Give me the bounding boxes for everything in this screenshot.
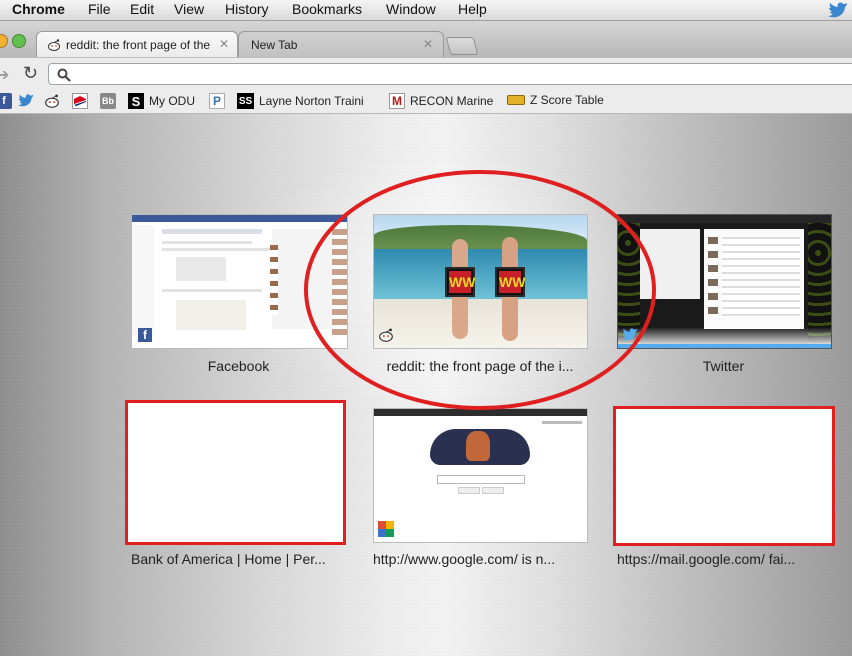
- tab-label: New Tab: [251, 37, 298, 52]
- ss-icon: SS: [237, 93, 254, 109]
- search-icon: [57, 68, 71, 82]
- tab-new-tab[interactable]: New Tab ✕: [238, 31, 444, 57]
- bookmark-layne-norton[interactable]: SS Layne Norton Traini: [237, 93, 364, 109]
- m-icon: M: [389, 93, 405, 109]
- reddit-alien-icon: [48, 38, 60, 51]
- zoom-button[interactable]: [12, 34, 26, 48]
- menu-history[interactable]: History: [225, 1, 269, 17]
- bank-of-america-thumbnail[interactable]: [125, 400, 346, 545]
- menu-window[interactable]: Window: [386, 1, 436, 17]
- twitter-bird-icon: [18, 94, 34, 107]
- tile-title: http://www.google.com/ is n...: [373, 551, 556, 567]
- p-icon: P: [209, 93, 225, 109]
- forward-arrow-icon[interactable]: ➔: [0, 65, 9, 85]
- bookmark-twitter[interactable]: [18, 93, 34, 107]
- menu-file[interactable]: File: [88, 1, 111, 17]
- facebook-icon: f: [0, 93, 12, 109]
- menu-view[interactable]: View: [174, 1, 204, 17]
- tab-close-icon[interactable]: ✕: [423, 37, 433, 51]
- bookmark-bb[interactable]: Bb: [100, 93, 116, 109]
- tab-strip: reddit: the front page of the ✕ New Tab …: [0, 21, 852, 57]
- highlight-ring: [304, 170, 656, 410]
- bank-of-america-icon: [72, 93, 88, 109]
- bookmark-reddit[interactable]: [44, 93, 60, 109]
- tab-reddit[interactable]: reddit: the front page of the ✕: [36, 31, 238, 57]
- twitter-bird-icon[interactable]: [828, 1, 848, 18]
- bookmark-label: My ODU: [149, 94, 195, 108]
- tile-title: https://mail.google.com/ fai...: [617, 551, 796, 567]
- menu-app-chrome[interactable]: Chrome: [12, 1, 65, 17]
- reload-icon[interactable]: ↻: [23, 63, 38, 84]
- omnibox[interactable]: [48, 63, 852, 85]
- bookmark-recon-marine[interactable]: M RECON Marine: [389, 93, 493, 109]
- bookmark-label: RECON Marine: [410, 94, 494, 108]
- menu-bookmarks[interactable]: Bookmarks: [292, 1, 362, 17]
- s-icon: S: [128, 93, 144, 109]
- toolbar: ➔ ↻: [0, 57, 852, 90]
- bookmark-facebook[interactable]: f: [0, 93, 12, 109]
- google-thumbnail[interactable]: [373, 408, 588, 543]
- bookmark-bank-of-america[interactable]: [72, 93, 88, 109]
- google-icon: [378, 521, 394, 537]
- tab-close-icon[interactable]: ✕: [219, 37, 229, 51]
- z-score-icon: [507, 95, 525, 105]
- tab-label: reddit: the front page of the: [66, 37, 211, 52]
- bb-icon: Bb: [100, 93, 116, 109]
- menu-edit[interactable]: Edit: [130, 1, 154, 17]
- menu-help[interactable]: Help: [458, 1, 487, 17]
- gmail-thumbnail[interactable]: [613, 406, 835, 546]
- minimize-button[interactable]: [0, 34, 8, 48]
- window-controls: [0, 34, 26, 48]
- tile-title: Bank of America | Home | Per...: [131, 551, 326, 567]
- bookmark-label: Layne Norton Traini: [259, 94, 364, 108]
- facebook-icon: f: [138, 328, 152, 342]
- menubar: Chrome File Edit View History Bookmarks …: [0, 0, 852, 21]
- bookmark-label: Z Score Table: [530, 93, 604, 107]
- reddit-alien-icon: [45, 94, 59, 108]
- bookmark-z-score[interactable]: Z Score Table: [507, 93, 604, 107]
- bookmark-my-odu[interactable]: S My ODU: [128, 93, 195, 109]
- bookmark-p[interactable]: P: [209, 93, 225, 109]
- new-tab-button[interactable]: [445, 37, 479, 55]
- bookmarks-bar: f Bb S My ODU P SS Layne Norton Traini M…: [0, 89, 852, 114]
